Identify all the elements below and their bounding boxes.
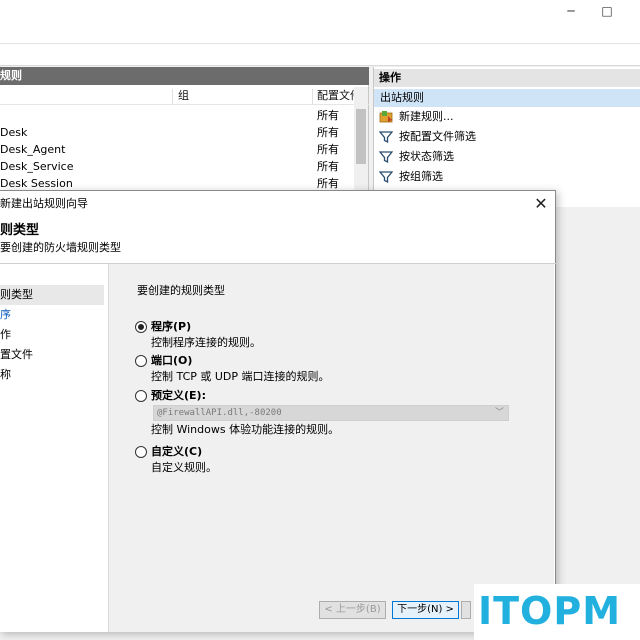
column-headers: 组 配置文件	[0, 87, 369, 105]
toolbar	[0, 44, 640, 66]
step-action: 作	[0, 328, 11, 341]
rule-profile: 所有	[317, 143, 339, 156]
step-program[interactable]: 序	[0, 305, 104, 325]
rules-scrollbar[interactable]	[354, 87, 368, 192]
option-label[interactable]: 端口(O)	[151, 353, 192, 369]
option-label[interactable]: 程序(P)	[151, 319, 191, 335]
cancel-button[interactable]	[461, 601, 471, 619]
wizard-content: 要创建的规则类型 程序(P) 控制程序连接的规则。 端口(O) 控制 TCP 或…	[108, 264, 554, 632]
column-separator[interactable]	[172, 89, 173, 105]
wizard-heading: 则类型	[0, 223, 40, 238]
table-row[interactable]: Desk_Agent 所有	[0, 141, 354, 158]
action-filter-by-group[interactable]: 按组筛选	[374, 167, 640, 187]
column-header-profile[interactable]: 配置文件	[317, 87, 357, 105]
option-label[interactable]: 自定义(C)	[151, 444, 202, 460]
outbound-rules-pane: 规则 组 配置文件 所有 Desk 所有 Desk_Agent 所有 Desk_…	[0, 67, 369, 192]
action-filter-by-profile[interactable]: 按配置文件筛选	[374, 127, 640, 147]
column-separator[interactable]	[312, 89, 313, 105]
back-button[interactable]: < 上一步(B)	[319, 601, 386, 619]
filter-icon	[379, 171, 393, 184]
wizard-title: 新建出站规则向导	[0, 197, 88, 210]
step-profile: 置文件	[0, 348, 33, 361]
radio-button[interactable]	[135, 446, 147, 458]
predefined-select[interactable]: @FirewallAPI.dll,-80200 ﹀	[153, 405, 509, 421]
content-prompt: 要创建的规则类型	[137, 284, 225, 297]
option-description: 控制 Windows 体验功能连接的规则。	[151, 423, 340, 436]
scrollbar-thumb[interactable]	[356, 109, 366, 164]
radio-button[interactable]	[135, 321, 147, 333]
action-label: 新建规则...	[399, 110, 454, 123]
action-filter-by-state[interactable]: 按状态筛选	[374, 147, 640, 167]
option-label[interactable]: 预定义(E):	[151, 388, 206, 404]
wizard-steps: 则类型 序 作 置文件 称	[0, 264, 108, 632]
radio-button[interactable]	[135, 355, 147, 367]
wizard-subheading: 要创建的防火墙规则类型	[0, 241, 121, 254]
new-rule-icon	[379, 111, 393, 123]
rules-pane-header: 规则	[0, 67, 369, 85]
action-new-rule[interactable]: 新建规则...	[374, 107, 640, 127]
new-outbound-rule-wizard: 新建出站规则向导 ✕ 则类型 要创建的防火墙规则类型 则类型 序 作 置文件 称…	[0, 190, 556, 632]
actions-header: 操作	[374, 69, 640, 87]
option-description: 控制 TCP 或 UDP 端口连接的规则。	[151, 370, 330, 383]
rule-profile: 所有	[317, 126, 339, 139]
filter-icon	[379, 151, 393, 164]
rule-profile: 所有	[317, 160, 339, 173]
actions-section-outbound-rules[interactable]: 出站规则	[374, 89, 640, 107]
rule-profile: 所有	[317, 109, 339, 122]
watermark-logo: ITOPM	[474, 584, 640, 640]
action-label: 按状态筛选	[399, 150, 454, 163]
next-button[interactable]: 下一步(N) >	[392, 601, 459, 619]
title-bar: ─ □	[0, 0, 640, 26]
minimize-button[interactable]: ─	[556, 0, 586, 22]
option-description: 自定义规则。	[151, 461, 217, 474]
option-description: 控制程序连接的规则。	[151, 336, 261, 349]
step-rule-type[interactable]: 则类型	[0, 285, 104, 305]
radio-button[interactable]	[135, 390, 147, 402]
action-label: 按组筛选	[399, 170, 443, 183]
table-row[interactable]: 所有	[0, 107, 354, 124]
rule-name: Desk_Agent	[0, 143, 66, 156]
table-row[interactable]: Desk 所有	[0, 124, 354, 141]
filter-icon	[379, 131, 393, 144]
watermark-text: ITOPM	[478, 589, 622, 633]
menu-bar	[0, 26, 640, 44]
close-button[interactable]: ✕	[530, 194, 552, 214]
predefined-select-value: @FirewallAPI.dll,-80200	[157, 408, 282, 418]
table-row[interactable]: Desk_Service 所有	[0, 158, 354, 175]
action-label: 按配置文件筛选	[399, 130, 476, 143]
step-name: 称	[0, 368, 11, 381]
maximize-button[interactable]: □	[592, 0, 622, 22]
chevron-down-icon: ﹀	[494, 408, 504, 418]
rule-name: Desk	[0, 126, 28, 139]
rules-list: 所有 Desk 所有 Desk_Agent 所有 Desk_Service 所有…	[0, 107, 354, 192]
rule-name: Desk_Service	[0, 160, 74, 173]
actions-pane: 操作 出站规则 新建规则... 按配置文件筛选 按状态筛选 按组筛选	[373, 67, 640, 207]
column-header-group[interactable]: 组	[178, 87, 189, 105]
